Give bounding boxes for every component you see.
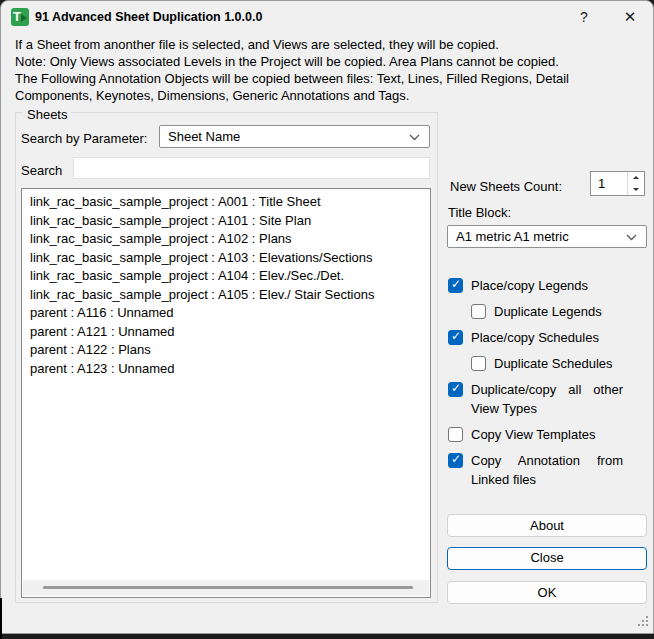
list-item[interactable]: link_rac_basic_sample_project : A103 : E… bbox=[22, 249, 430, 268]
checkbox-place-copy-legends[interactable]: Place/copy Legends bbox=[448, 276, 653, 295]
spin-up-button[interactable] bbox=[628, 172, 644, 184]
checked-checkbox-icon[interactable] bbox=[448, 278, 463, 293]
checkbox-label: Place/copy Schedules bbox=[471, 328, 599, 347]
search-label: Search bbox=[21, 162, 62, 179]
title-block-combobox-value: A1 metric A1 metric bbox=[456, 229, 569, 244]
checkbox-duplicate-schedules[interactable]: Duplicate Schedules bbox=[471, 354, 653, 373]
sheet-list-items: link_rac_basic_sample_project : A001 : T… bbox=[22, 189, 430, 378]
close-button[interactable]: Close bbox=[447, 547, 647, 570]
checkbox-place-copy-schedules[interactable]: Place/copy Schedules bbox=[448, 328, 653, 347]
chevron-down-icon bbox=[626, 234, 637, 241]
checked-checkbox-icon[interactable] bbox=[448, 382, 463, 397]
checked-checkbox-icon[interactable] bbox=[448, 453, 463, 468]
unchecked-checkbox-icon[interactable] bbox=[471, 304, 486, 319]
app-icon-letter: T bbox=[13, 9, 21, 24]
intro-line: The Following Annotation Objects will be… bbox=[15, 70, 647, 87]
checked-checkbox-icon[interactable] bbox=[448, 330, 463, 345]
title-bar: T 91 Advanced Sheet Duplication 1.0.0.0 … bbox=[1, 1, 653, 33]
checkbox-copy-view-templates[interactable]: Copy View Templates bbox=[448, 425, 653, 444]
list-item[interactable]: parent : A122 : Plans bbox=[22, 341, 430, 360]
sheets-group-label: Sheets bbox=[23, 109, 71, 121]
down-arrow-icon bbox=[633, 188, 639, 191]
parameter-combobox-value: Sheet Name bbox=[168, 129, 240, 144]
intro-line: Components, Keynotes, Dimensions, Generi… bbox=[15, 87, 647, 104]
checkbox-duplicate-legends[interactable]: Duplicate Legends bbox=[471, 302, 653, 321]
spin-down-button[interactable] bbox=[628, 184, 644, 196]
checkbox-duplicate-copy-all-other-view-types[interactable]: Duplicate/copy all otherView Types bbox=[448, 380, 653, 418]
horizontal-scrollbar-thumb[interactable] bbox=[43, 586, 413, 589]
sheet-list[interactable]: link_rac_basic_sample_project : A001 : T… bbox=[21, 188, 431, 598]
new-sheets-count-value: 1 bbox=[598, 176, 605, 191]
about-button[interactable]: About bbox=[447, 514, 647, 537]
list-item[interactable]: link_rac_basic_sample_project : A102 : P… bbox=[22, 230, 430, 249]
horizontal-scrollbar[interactable] bbox=[23, 580, 429, 596]
intro-line: If a Sheet from anonther file is selecte… bbox=[15, 36, 647, 53]
checkbox-label: Duplicate Schedules bbox=[494, 354, 613, 373]
list-item[interactable]: link_rac_basic_sample_project : A101 : S… bbox=[22, 212, 430, 231]
chevron-down-icon bbox=[409, 134, 420, 141]
list-item[interactable]: link_rac_basic_sample_project : A001 : T… bbox=[22, 193, 430, 212]
spinner bbox=[627, 172, 644, 195]
parameter-combobox[interactable]: Sheet Name bbox=[159, 125, 430, 148]
intro-line: Note: Only Views associated Levels in th… bbox=[15, 53, 647, 70]
ok-button[interactable]: OK bbox=[447, 581, 647, 604]
window-title: 91 Advanced Sheet Duplication 1.0.0.0 bbox=[35, 1, 262, 33]
title-block-combobox[interactable]: A1 metric A1 metric bbox=[447, 225, 647, 248]
new-sheets-count-input[interactable]: 1 bbox=[590, 171, 645, 196]
app-icon: T bbox=[11, 8, 29, 26]
list-item[interactable]: parent : A116 : Unnamed bbox=[22, 304, 430, 323]
checkbox-label: Place/copy Legends bbox=[471, 276, 588, 295]
dialog-window: T 91 Advanced Sheet Duplication 1.0.0.0 … bbox=[0, 0, 654, 634]
list-item[interactable]: link_rac_basic_sample_project : A105 : E… bbox=[22, 286, 430, 305]
checkbox-label: Copy View Templates bbox=[471, 425, 596, 444]
resize-grip[interactable] bbox=[638, 616, 648, 626]
background-edge bbox=[0, 598, 2, 639]
list-item[interactable]: link_rac_basic_sample_project : A104 : E… bbox=[22, 267, 430, 286]
window-close-button[interactable]: ✕ bbox=[616, 5, 644, 29]
checkbox-copy-annotation-from-linked-files[interactable]: Copy Annotation fromLinked files bbox=[448, 451, 653, 489]
app-icon-triangle bbox=[21, 14, 27, 22]
unchecked-checkbox-icon[interactable] bbox=[448, 427, 463, 442]
new-sheets-count-label: New Sheets Count: bbox=[450, 178, 562, 195]
checkbox-label: Duplicate/copy all otherView Types bbox=[471, 380, 623, 418]
unchecked-checkbox-icon[interactable] bbox=[471, 356, 486, 371]
intro-text: If a Sheet from anonther file is selecte… bbox=[15, 36, 647, 104]
help-button[interactable]: ? bbox=[570, 5, 598, 29]
list-item[interactable]: parent : A121 : Unnamed bbox=[22, 323, 430, 342]
search-input[interactable] bbox=[73, 157, 430, 179]
checkbox-label: Duplicate Legends bbox=[494, 302, 602, 321]
title-block-label: Title Block: bbox=[448, 204, 511, 221]
checkbox-label: Copy Annotation fromLinked files bbox=[471, 451, 623, 489]
up-arrow-icon bbox=[633, 176, 639, 179]
search-by-parameter-label: Search by Parameter: bbox=[21, 130, 147, 147]
list-item[interactable]: parent : A123 : Unnamed bbox=[22, 360, 430, 379]
options-list: Place/copy Legends Duplicate Legends Place… bbox=[448, 276, 653, 496]
